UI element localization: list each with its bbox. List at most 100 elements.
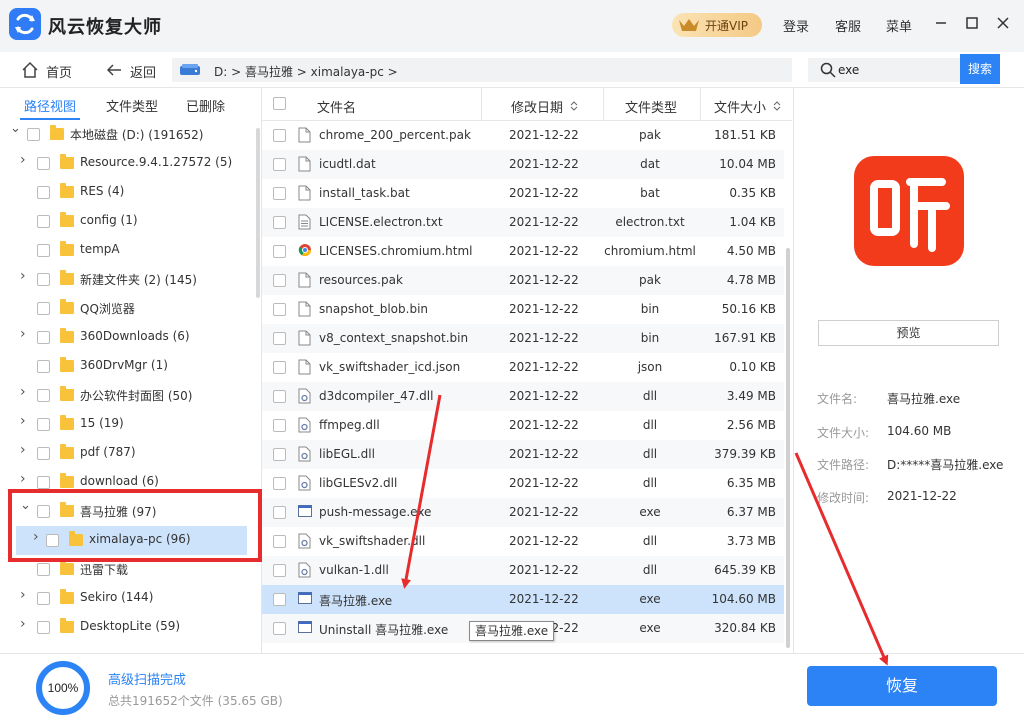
tree-item-checkbox[interactable] [27,128,40,141]
tab-deleted[interactable]: 已删除 [186,96,225,115]
tree-item[interactable]: › Resource.9.4.1.27572 (5) [0,149,254,178]
table-row[interactable]: install_task.bat 2021-12-22 bat 0.35 KB [262,179,784,208]
row-checkbox[interactable] [273,274,286,287]
row-checkbox[interactable] [273,187,286,200]
table-row[interactable]: ffmpeg.dll 2021-12-22 dll 2.56 MB [262,411,784,440]
table-row[interactable]: libEGL.dll 2021-12-22 dll 379.39 KB [262,440,784,469]
row-checkbox[interactable] [273,245,286,258]
table-row[interactable]: vk_swiftshader.dll 2021-12-22 dll 3.73 MB [262,527,784,556]
row-checkbox[interactable] [273,390,286,403]
minimize-icon[interactable] [932,14,950,32]
tree-item[interactable]: config (1) [0,207,254,236]
table-row[interactable]: vk_swiftshader_icd.json 2021-12-22 json 0.1… [262,353,784,382]
tree-item-checkbox[interactable] [37,621,50,634]
tree-item[interactable]: RES (4) [0,178,254,207]
row-checkbox[interactable] [273,158,286,171]
chevron-right-icon[interactable]: › [20,327,30,341]
chevron-right-icon[interactable]: › [20,588,30,602]
tree-item-checkbox[interactable] [37,563,50,576]
tree-item-checkbox[interactable] [37,592,50,605]
vip-button[interactable]: 开通VIP [672,13,762,37]
row-checkbox[interactable] [273,593,286,606]
row-checkbox[interactable] [273,477,286,490]
row-checkbox[interactable] [273,303,286,316]
close-icon[interactable] [994,14,1012,32]
row-checkbox[interactable] [273,622,286,635]
chevron-right-icon[interactable]: › [20,443,30,457]
tree-scrollbar[interactable] [256,128,260,298]
row-checkbox[interactable] [273,361,286,374]
table-row[interactable]: snapshot_blob.bin 2021-12-22 bin 50.16 KB [262,295,784,324]
tree-item[interactable]: 360DrvMgr (1) [0,352,254,381]
tree-item-checkbox[interactable] [37,157,50,170]
tree-item[interactable]: › 360Downloads (6) [0,323,254,352]
file-list-scrollbar[interactable] [786,248,790,648]
tree-item[interactable]: QQ浏览器 [0,294,254,323]
table-row[interactable]: vulkan-1.dll 2021-12-22 dll 645.39 KB [262,556,784,585]
service-link[interactable]: 客服 [835,16,861,35]
chevron-right-icon[interactable]: › [20,385,30,399]
table-row[interactable]: v8_context_snapshot.bin 2021-12-22 bin 167.… [262,324,784,353]
tree-item-checkbox[interactable] [37,302,50,315]
column-size[interactable]: 文件大小 [714,97,781,116]
row-checkbox[interactable] [273,564,286,577]
tree-item[interactable]: › 新建文件夹 (2) (145) [0,265,254,294]
tree-item-checkbox[interactable] [37,244,50,257]
breadcrumb[interactable]: D: > 喜马拉雅 > ximalaya-pc > [172,58,792,82]
tree-item-checkbox[interactable] [37,447,50,460]
row-checkbox[interactable] [273,448,286,461]
search-button[interactable]: 搜索 [960,54,1000,84]
column-name[interactable]: 文件名 [317,97,356,116]
row-checkbox[interactable] [273,535,286,548]
tree-item-checkbox[interactable] [37,331,50,344]
tree-item[interactable]: › 15 (19) [0,410,254,439]
recover-button[interactable]: 恢复 [807,666,997,706]
table-row[interactable]: push-message.exe 2021-12-22 exe 6.37 MB [262,498,784,527]
search-input[interactable]: exe [808,58,962,82]
tree-item-checkbox[interactable] [37,389,50,402]
select-all-checkbox[interactable] [273,97,286,110]
menu-link[interactable]: 菜单 [886,16,912,35]
table-row[interactable]: d3dcompiler_47.dll 2021-12-22 dll 3.49 MB [262,382,784,411]
table-row[interactable]: LICENSES.chromium.html 2021-12-22 chromium… [262,237,784,266]
row-checkbox[interactable] [273,419,286,432]
table-row[interactable]: LICENSE.electron.txt 2021-12-22 electron.t… [262,208,784,237]
table-row[interactable]: 喜马拉雅.exe 2021-12-22 exe 104.60 MB [262,585,784,614]
tab-path-view[interactable]: 路径视图 [24,96,76,115]
table-row[interactable]: icudtl.dat 2021-12-22 dat 10.04 MB [262,150,784,179]
row-checkbox[interactable] [273,506,286,519]
tree-item[interactable]: ⌄ 本地磁盘 (D:) (191652) [0,120,254,149]
tree-item-checkbox[interactable] [37,215,50,228]
chevron-right-icon[interactable]: › [20,414,30,428]
tree-item[interactable]: › pdf (787) [0,439,254,468]
chevron-right-icon[interactable]: › [20,269,30,283]
tree-item-checkbox[interactable] [37,273,50,286]
tree-item[interactable]: tempA [0,236,254,265]
chevron-right-icon[interactable]: › [20,153,30,167]
row-checkbox[interactable] [273,332,286,345]
tree-item-checkbox[interactable] [37,186,50,199]
table-row[interactable]: libGLESv2.dll 2021-12-22 dll 6.35 MB [262,469,784,498]
chevron-right-icon[interactable]: › [20,472,30,486]
row-checkbox[interactable] [273,129,286,142]
tree-item-checkbox[interactable] [37,418,50,431]
file-size: 4.50 MB [726,244,776,258]
tree-item[interactable]: › Sekiro (144) [0,584,254,613]
tree-item[interactable]: › 办公软件封面图 (50) [0,381,254,410]
chevron-down-icon[interactable]: ⌄ [10,122,21,135]
tab-file-type[interactable]: 文件类型 [106,96,158,115]
file-name: 喜马拉雅.exe [319,594,393,608]
tree-item-checkbox[interactable] [37,476,50,489]
tree-item-label: 迅雷下载 [80,563,129,577]
column-type[interactable]: 文件类型 [625,97,677,116]
tree-item-checkbox[interactable] [37,360,50,373]
chevron-right-icon[interactable]: › [20,617,30,631]
tree-item[interactable]: › DesktopLite (59) [0,613,254,642]
row-checkbox[interactable] [273,216,286,229]
column-date[interactable]: 修改日期 [511,97,578,116]
maximize-icon[interactable] [963,14,981,32]
table-row[interactable]: chrome_200_percent.pak 2021-12-22 pak 181.5… [262,121,784,150]
login-link[interactable]: 登录 [783,16,809,35]
preview-button[interactable]: 预览 [818,320,999,346]
table-row[interactable]: resources.pak 2021-12-22 pak 4.78 MB [262,266,784,295]
